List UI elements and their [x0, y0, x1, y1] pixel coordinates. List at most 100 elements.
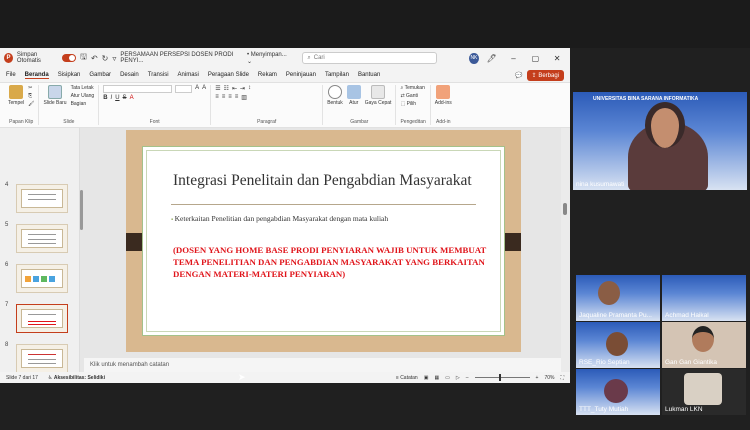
- replace-button[interactable]: ⇄ Ganti: [400, 93, 425, 99]
- thumb-number: 7: [5, 302, 9, 308]
- select-button[interactable]: ⬚ Pilih: [400, 101, 425, 107]
- search-box[interactable]: ⌕ Cari: [302, 52, 438, 64]
- tab-slideshow[interactable]: Peragaan Slide: [208, 72, 249, 78]
- cut-icon[interactable]: ✂: [28, 85, 34, 91]
- tab-record[interactable]: Rekam: [258, 72, 277, 78]
- underline-icon[interactable]: U: [115, 95, 119, 101]
- grow-font-icon[interactable]: A: [195, 85, 199, 93]
- font-name-box[interactable]: [103, 85, 172, 93]
- columns-icon[interactable]: ▥: [241, 94, 247, 101]
- tab-insert[interactable]: Sisipkan: [58, 72, 81, 78]
- video-tile[interactable]: Gan Gan Giantika: [662, 322, 746, 368]
- normal-view-icon[interactable]: ▣: [424, 375, 429, 381]
- customize-icon[interactable]: ▿: [112, 54, 116, 63]
- slide-canvas[interactable]: Integrasi Penelitain dan Pengabdian Masy…: [126, 130, 521, 352]
- shrink-font-icon[interactable]: A: [202, 85, 206, 93]
- indent-icon[interactable]: ⇤: [232, 85, 237, 92]
- justify-icon[interactable]: ≡: [235, 94, 239, 101]
- slide-thumbnail[interactable]: [16, 184, 68, 213]
- tab-draw[interactable]: Gambar: [89, 72, 111, 78]
- share-label: Berbagi: [538, 72, 559, 79]
- reading-view-icon[interactable]: ▭: [445, 375, 450, 381]
- zoom-slider[interactable]: [474, 374, 530, 381]
- document-title[interactable]: PERSAMAAN PERSEPSI DOSEN PRODI PENYI...: [120, 52, 243, 64]
- quick-styles-button[interactable]: Gaya Cepat: [365, 85, 391, 106]
- save-icon[interactable]: 🖫: [80, 51, 87, 65]
- zoom-in-icon[interactable]: +: [536, 375, 539, 381]
- video-tile[interactable]: Jaqualine Pramanta Pu...: [576, 275, 660, 321]
- notes-button[interactable]: ≡ Catatan: [396, 375, 418, 381]
- copy-icon[interactable]: ⎘: [28, 93, 34, 99]
- thumbnail-scrollbar[interactable]: [80, 190, 83, 230]
- video-tile[interactable]: Lukman LKN: [662, 369, 746, 415]
- slide-thumbnails[interactable]: 4 5 6 7 8: [0, 128, 80, 373]
- slide-thumbnail[interactable]: [16, 224, 68, 253]
- bold-icon[interactable]: B: [103, 95, 107, 101]
- slide-thumbnail-selected[interactable]: [16, 304, 68, 333]
- align-right-icon[interactable]: ≡: [228, 94, 232, 101]
- slide-title[interactable]: Integrasi Penelitain dan Pengabdian Masy…: [173, 172, 472, 190]
- slide-red-text[interactable]: (DOSEN YANG HOME BASE PRODI PENYIARAN WA…: [173, 244, 493, 280]
- sorter-view-icon[interactable]: ▦: [434, 375, 439, 381]
- tab-transitions[interactable]: Transisi: [148, 72, 169, 78]
- maximize-icon[interactable]: ▢: [526, 54, 544, 63]
- tab-review[interactable]: Peninjauan: [286, 72, 316, 78]
- tab-view[interactable]: Tampilan: [325, 72, 349, 78]
- autosave-toggle[interactable]: [61, 54, 77, 62]
- paragraph-group-label: Paragraf: [257, 119, 277, 125]
- participant-name: Gan Gan Giantika: [665, 359, 718, 366]
- format-painter-icon[interactable]: 🖌: [28, 101, 34, 107]
- arrange-button[interactable]: Atur: [346, 85, 361, 106]
- accessibility-button[interactable]: ♿ Aksesibilitas: Selidiki: [48, 375, 105, 381]
- paste-button[interactable]: Tempel: [8, 85, 24, 106]
- undo-icon[interactable]: ↶: [91, 54, 98, 63]
- tab-help[interactable]: Bantuan: [358, 72, 380, 78]
- slideshow-view-icon[interactable]: ▷: [456, 375, 460, 381]
- participant-head: [606, 332, 628, 356]
- strike-icon[interactable]: S: [123, 95, 127, 101]
- new-slide-button[interactable]: Slide Baru: [43, 85, 67, 106]
- shapes-button[interactable]: Bentuk: [327, 85, 343, 106]
- slide-bullet[interactable]: Keterkaitan Penelitian dan pengabdian Ma…: [171, 214, 388, 223]
- fit-slide-icon[interactable]: ⛶: [560, 375, 564, 381]
- addins-button[interactable]: Add-ins: [435, 85, 452, 106]
- tab-design[interactable]: Desain: [120, 72, 139, 78]
- share-button[interactable]: ⇪ Berbagi: [526, 69, 564, 81]
- video-tile[interactable]: RSE_Rio Septian: [576, 322, 660, 368]
- addins-icon: [436, 85, 451, 99]
- comment-icon[interactable]: 💬: [515, 72, 522, 79]
- align-left-icon[interactable]: ≡: [215, 94, 219, 101]
- tab-home[interactable]: Beranda: [24, 72, 49, 79]
- minimize-icon[interactable]: –: [505, 54, 523, 63]
- ribbon-display-icon[interactable]: 🖊: [483, 54, 501, 63]
- video-tile[interactable]: TTT_Tuty Mutiah: [576, 369, 660, 415]
- outdent-icon[interactable]: ⇥: [240, 85, 245, 92]
- tab-file[interactable]: File: [6, 72, 16, 78]
- font-size-box[interactable]: [174, 85, 193, 93]
- user-avatar[interactable]: NK: [469, 52, 479, 64]
- redo-icon[interactable]: ↻: [102, 54, 109, 63]
- notes-pane[interactable]: Klik untuk menambah catatan: [84, 358, 570, 372]
- close-icon[interactable]: ✕: [548, 54, 566, 63]
- slide-thumbnail[interactable]: [16, 264, 68, 293]
- video-tile[interactable]: Achmad Haikal: [662, 275, 746, 321]
- zoom-level[interactable]: 70%: [544, 375, 554, 381]
- slide-thumbnail[interactable]: [16, 344, 68, 373]
- line-spacing-icon[interactable]: ↕: [248, 85, 251, 92]
- font-color-icon[interactable]: A: [130, 95, 134, 101]
- align-center-icon[interactable]: ≡: [222, 94, 226, 101]
- thumb-number: 4: [5, 182, 9, 188]
- italic-icon[interactable]: I: [111, 95, 113, 101]
- select-label: Pilih: [406, 101, 417, 107]
- numbering-icon[interactable]: ☷: [224, 85, 229, 92]
- bullets-icon[interactable]: ☰: [215, 85, 220, 92]
- tab-animations[interactable]: Animasi: [178, 72, 199, 78]
- slide-scrollbar[interactable]: [561, 128, 570, 372]
- layout-button[interactable]: Tata Letak: [71, 85, 95, 91]
- section-button[interactable]: Bagian: [71, 101, 95, 107]
- video-main-speaker[interactable]: UNIVERSITAS BINA SARANA INFORMATIKA nina…: [573, 92, 747, 190]
- reset-button[interactable]: Atur Ulang: [71, 93, 95, 99]
- find-button[interactable]: ⌕ Temukan: [400, 85, 425, 91]
- arrange-label: Atur: [349, 100, 359, 106]
- zoom-out-icon[interactable]: –: [466, 375, 469, 381]
